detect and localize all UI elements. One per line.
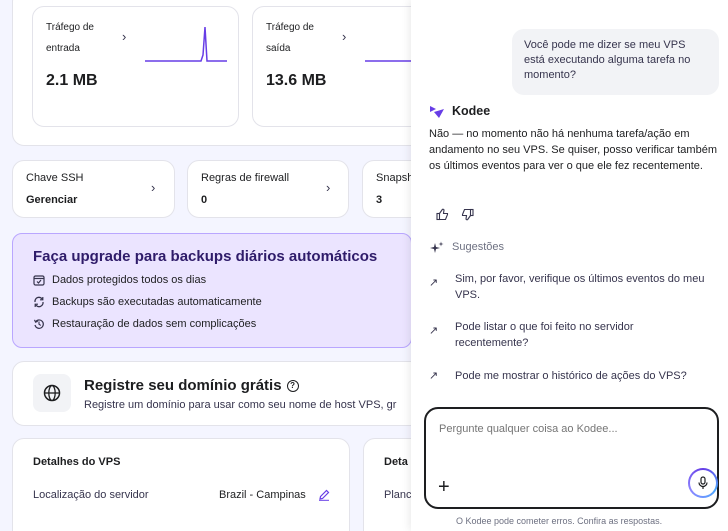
thumbs-up-icon[interactable] <box>436 208 449 226</box>
ssh-key-card[interactable]: Chave SSH Gerenciar › <box>12 160 175 218</box>
server-location-label: Localização do servidor <box>33 489 149 501</box>
plan-details-title: Deta <box>384 456 408 468</box>
feature-item: Restauração de dados sem complicações <box>33 318 256 330</box>
ssh-key-label: Chave SSH <box>26 172 84 184</box>
globe-icon-wrap <box>33 374 71 412</box>
backup-upgrade-title: Faça upgrade para backups diários automá… <box>33 248 378 265</box>
microphone-button[interactable] <box>688 468 718 498</box>
chevron-right-icon[interactable]: › <box>151 180 155 195</box>
ai-disclaimer: O Kodee pode cometer erros. Confira as r… <box>456 516 663 526</box>
arrow-up-right-icon: ↗ <box>429 370 439 382</box>
snapshots-label: Snapsh <box>376 172 414 184</box>
chevron-right-icon[interactable]: › <box>122 29 126 44</box>
suggestion-item[interactable]: ↗ Pode listar o que foi feito no servido… <box>429 319 719 351</box>
arrow-up-right-icon: ↗ <box>429 325 439 337</box>
feature-text: Restauração de dados sem complicações <box>52 318 257 330</box>
backup-upgrade-banner[interactable]: Faça upgrade para backups diários automá… <box>12 233 412 348</box>
incoming-traffic-card[interactable]: Tráfego de entrada › 2.1 MB <box>32 6 239 127</box>
outgoing-traffic-label: Tráfego de saída <box>266 22 314 54</box>
feature-item: Dados protegidos todos os dias <box>33 274 206 286</box>
assistant-reply: Não — no momento não há nenhuma tarefa/a… <box>429 128 717 172</box>
help-icon[interactable]: ? <box>286 379 299 392</box>
globe-icon <box>43 384 61 402</box>
suggestion-text: Pode listar o que foi feito no servidor … <box>455 321 634 349</box>
incoming-traffic-label: Tráfego de entrada <box>46 22 94 54</box>
microphone-icon <box>690 470 716 496</box>
incoming-traffic-value: 2.1 MB <box>46 72 98 89</box>
sync-icon <box>33 296 45 308</box>
assistant-name: Kodee <box>452 104 491 118</box>
chevron-right-icon[interactable]: › <box>342 29 346 44</box>
plus-icon[interactable]: + <box>438 477 450 497</box>
chat-input[interactable] <box>439 423 699 435</box>
firewall-rules-card[interactable]: Regras de firewall 0 › <box>187 160 349 218</box>
arrow-up-right-icon: ↗ <box>429 277 439 289</box>
domain-register-card[interactable]: Registre seu domínio grátis ? Registre u… <box>12 361 422 426</box>
suggestions-title: Sugestões <box>452 241 504 253</box>
thumbs-down-icon[interactable] <box>461 208 474 226</box>
domain-subtitle: Registre um domínio para usar como seu n… <box>84 399 397 411</box>
feature-text: Backups são executadas automaticamente <box>52 296 262 308</box>
ssh-key-action: Gerenciar <box>26 194 78 206</box>
chat-input-box[interactable]: + <box>424 407 719 509</box>
history-icon <box>33 318 45 330</box>
plan-label: Planc <box>384 489 412 501</box>
vps-details-title: Detalhes do VPS <box>33 456 121 468</box>
suggestion-item[interactable]: ↗ Pode me mostrar o histórico de ações d… <box>429 368 719 384</box>
chevron-right-icon[interactable]: › <box>326 180 330 195</box>
firewall-rules-count: 0 <box>201 194 208 206</box>
incoming-traffic-sparkline <box>145 26 227 62</box>
suggestion-item[interactable]: ↗ Sim, por favor, verifique os últimos e… <box>429 271 719 303</box>
feature-text: Dados protegidos todos os dias <box>52 274 207 286</box>
suggestion-text: Pode me mostrar o histórico de ações do … <box>455 370 687 382</box>
suggestion-text: Sim, por favor, verifique os últimos eve… <box>455 273 705 301</box>
outgoing-traffic-value: 13.6 MB <box>266 72 327 89</box>
domain-title-row: Registre seu domínio grátis ? <box>84 377 299 394</box>
calendar-check-icon <box>33 274 45 286</box>
kodee-logo-icon <box>430 105 444 123</box>
user-message-bubble: Você pode me dizer se meu VPS está execu… <box>512 29 719 95</box>
firewall-rules-label: Regras de firewall <box>201 172 290 184</box>
sparkle-icon <box>430 241 444 260</box>
snapshots-count: 3 <box>376 194 383 206</box>
edit-icon[interactable] <box>318 488 330 506</box>
feature-item: Backups são executadas automaticamente <box>33 296 262 308</box>
kodee-chat-panel: Você pode me dizer se meu VPS está execu… <box>411 0 728 531</box>
domain-title: Registre seu domínio grátis <box>84 377 282 394</box>
vps-details-card: Detalhes do VPS Localização do servidor … <box>12 438 350 531</box>
server-location-value: Brazil - Campinas <box>219 489 306 501</box>
